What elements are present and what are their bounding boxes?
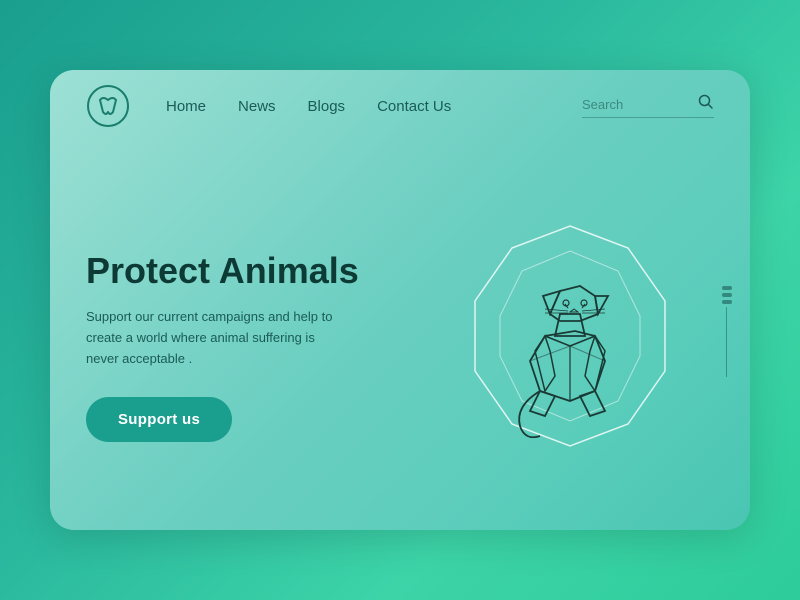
hero-title: Protect Animals [86,250,426,291]
scroll-dots [722,286,732,304]
hero-description: Support our current campaigns and help t… [86,307,346,369]
support-button[interactable]: Support us [86,397,232,442]
scroll-line [726,307,728,377]
scroll-indicator [725,286,728,386]
nav-news[interactable]: News [238,98,276,115]
nav-links: Home News Blogs Contact Us [166,98,582,115]
search-container [582,94,714,118]
navbar: Home News Blogs Contact Us [50,70,750,142]
scroll-dot [722,300,732,304]
nav-contact[interactable]: Contact Us [377,98,451,115]
hero-section: Protect Animals Support our current camp… [50,142,750,530]
scroll-dot [722,293,732,297]
hero-illustration [430,196,710,476]
main-card: Home News Blogs Contact Us Protect Anima… [50,70,750,530]
search-input[interactable] [582,97,692,112]
nav-home[interactable]: Home [166,98,206,115]
scroll-dot [722,286,732,290]
nav-blogs[interactable]: Blogs [308,98,346,115]
logo [86,84,130,128]
hero-content: Protect Animals Support our current camp… [86,250,426,443]
search-icon [698,94,714,115]
